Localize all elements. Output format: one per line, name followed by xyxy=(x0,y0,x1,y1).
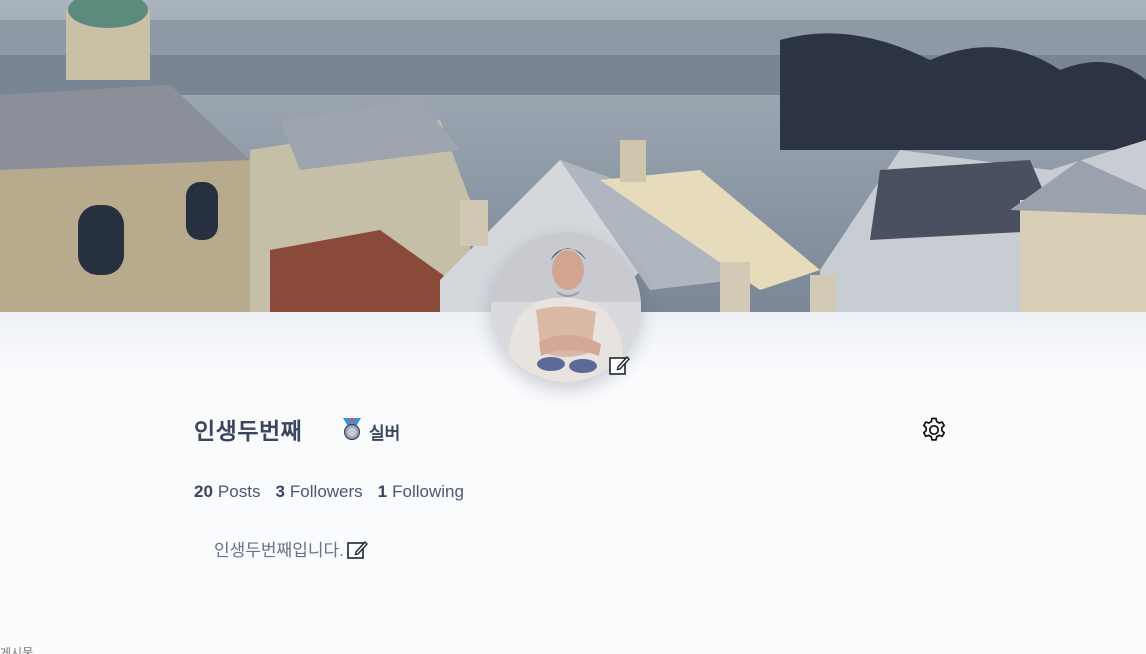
edit-bio-icon[interactable] xyxy=(346,537,370,561)
rank-badge: 실버 xyxy=(341,417,401,446)
section-heading-fragment: 게시물 xyxy=(0,646,34,654)
profile-page: 인생두번째 실버 20 Posts 3 Followers 1 Followin… xyxy=(0,0,1146,654)
following-stat[interactable]: 1 Following xyxy=(378,482,464,502)
edit-avatar-icon[interactable] xyxy=(607,353,631,377)
profile-username: 인생두번째 xyxy=(194,418,303,444)
avatar-container xyxy=(491,232,641,382)
profile-stats: 20 Posts 3 Followers 1 Following xyxy=(194,482,464,502)
silver-medal-icon xyxy=(341,417,363,446)
posts-label: Posts xyxy=(217,482,261,501)
posts-stat[interactable]: 20 Posts xyxy=(194,482,260,502)
following-count: 1 xyxy=(377,482,388,501)
followers-count: 3 xyxy=(275,482,285,501)
rank-badge-label: 실버 xyxy=(369,423,401,443)
posts-count: 20 xyxy=(194,482,213,501)
profile-bio: 인생두번째입니다. xyxy=(214,536,370,561)
bio-text: 인생두번째입니다. xyxy=(214,541,344,560)
following-label: Following xyxy=(392,482,464,501)
followers-label: Followers xyxy=(289,482,363,501)
followers-stat[interactable]: 3 Followers xyxy=(275,482,362,502)
settings-gear-icon[interactable] xyxy=(920,416,948,444)
